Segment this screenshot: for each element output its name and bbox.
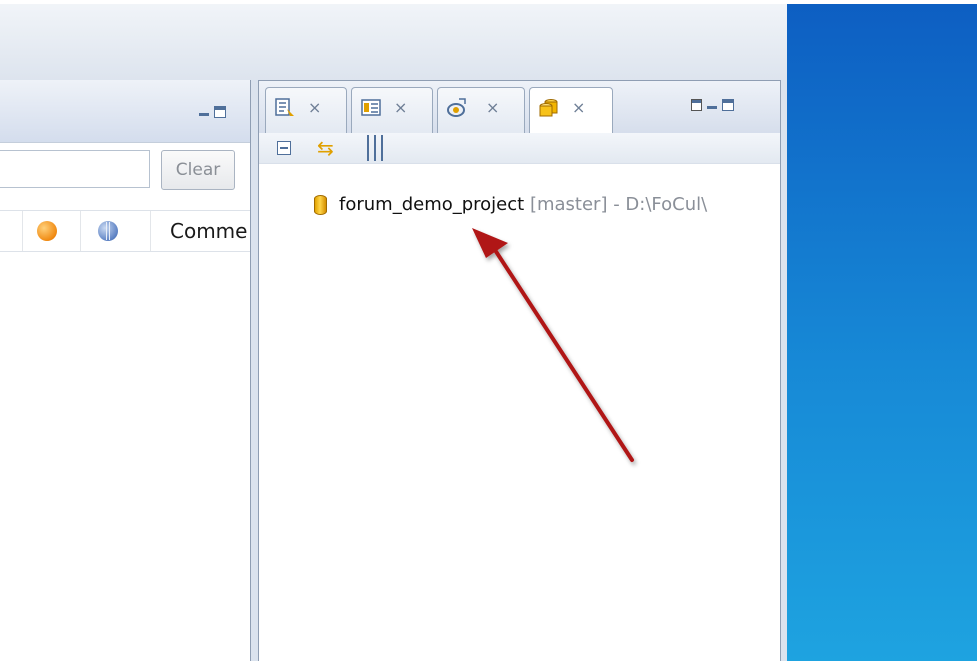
maximize-icon[interactable]	[722, 99, 734, 111]
close-icon[interactable]: ×	[572, 98, 585, 117]
maximize-icon[interactable]	[214, 106, 226, 118]
view-menu-icon[interactable]	[691, 99, 702, 111]
left-view-header	[0, 80, 250, 143]
tree-item[interactable]: forum_demo_project [master] - D:\FoCul\	[259, 191, 780, 221]
tab-outline[interactable]: ×	[265, 87, 347, 134]
comment-column-header[interactable]: Comme	[170, 219, 247, 243]
branch-label: [master]	[529, 194, 608, 215]
project-path: - D:\FoCul\	[613, 194, 708, 215]
main-toolbar	[0, 0, 787, 80]
close-icon[interactable]: ×	[394, 98, 407, 117]
database-icon	[314, 195, 327, 215]
clear-button[interactable]: Clear	[161, 150, 235, 190]
column-header: Comme	[0, 210, 250, 252]
explorer-view-controls	[691, 99, 734, 111]
outline-icon	[275, 98, 294, 116]
minimize-icon[interactable]	[706, 99, 718, 111]
filter-input[interactable]	[0, 150, 150, 188]
tab-database-structure[interactable]: ×	[351, 87, 433, 134]
column-separator[interactable]	[150, 211, 151, 251]
close-icon[interactable]: ×	[308, 98, 321, 117]
database-navigator-icon	[539, 99, 558, 117]
close-icon[interactable]: ×	[486, 98, 499, 117]
toolbar-overflow-icon[interactable]	[367, 135, 383, 161]
minimize-icon[interactable]	[198, 106, 210, 118]
column-separator[interactable]	[80, 211, 81, 251]
explorer-toolbar: ⇆	[259, 133, 780, 164]
package-icon	[447, 98, 466, 117]
left-view-controls	[198, 106, 226, 118]
rss-feed-icon[interactable]	[37, 221, 57, 241]
tab-database-navigator[interactable]: ×	[529, 87, 613, 135]
project-explorer-view: × × × × ⇆ forum_demo_project [master] - …	[258, 80, 781, 661]
column-separator[interactable]	[22, 211, 23, 251]
project-name: forum_demo_project	[339, 194, 525, 215]
link-with-editor-icon[interactable]: ⇆	[317, 136, 334, 160]
tab-packages[interactable]: ×	[437, 87, 525, 134]
view-tab-bar: × × × ×	[259, 81, 780, 135]
project-label[interactable]: forum_demo_project [master] - D:\FoCul\	[339, 194, 707, 215]
desktop-background	[787, 0, 977, 661]
globe-icon[interactable]	[98, 221, 118, 241]
database-structure-icon	[361, 99, 381, 116]
left-view: Clear Comme	[0, 80, 251, 661]
collapse-all-icon[interactable]	[277, 141, 291, 155]
